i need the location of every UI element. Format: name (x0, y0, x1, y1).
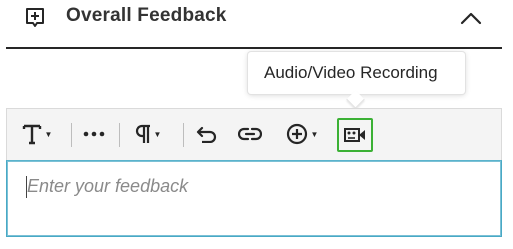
insert-content-button[interactable]: ▼ (279, 109, 325, 159)
more-icon (83, 131, 105, 137)
chevron-down-icon: ▼ (153, 129, 162, 139)
paragraph-button[interactable]: ▼ (127, 109, 169, 159)
add-feedback-icon (26, 8, 44, 27)
header-divider (6, 47, 502, 49)
text-format-icon (22, 124, 41, 145)
editor-toolbar: ▼ ▼ ▼ (6, 108, 502, 160)
feedback-editor[interactable]: Enter your feedback (6, 160, 502, 237)
link-icon (238, 127, 262, 141)
more-button[interactable] (79, 109, 109, 159)
toolbar-separator (183, 123, 184, 147)
toolbar-separator (71, 123, 72, 147)
chevron-up-icon[interactable] (458, 8, 484, 28)
undo-button[interactable] (191, 109, 223, 159)
tooltip-text: Audio/Video Recording (264, 63, 438, 82)
toolbar-separator (119, 123, 120, 147)
video-record-icon (344, 128, 365, 142)
text-format-button[interactable]: ▼ (15, 109, 59, 159)
plus-circle-icon (286, 123, 307, 145)
tooltip: Audio/Video Recording (248, 52, 465, 94)
chevron-down-icon: ▼ (310, 129, 319, 139)
audio-video-recording-button[interactable] (337, 118, 373, 152)
overall-feedback-header: Overall Feedback (0, 0, 513, 46)
feedback-placeholder: Enter your feedback (27, 176, 189, 196)
section-title: Overall Feedback (66, 5, 227, 26)
paragraph-icon (135, 124, 150, 143)
link-button[interactable] (233, 109, 267, 159)
undo-icon (196, 126, 217, 143)
chevron-down-icon: ▼ (44, 129, 53, 139)
